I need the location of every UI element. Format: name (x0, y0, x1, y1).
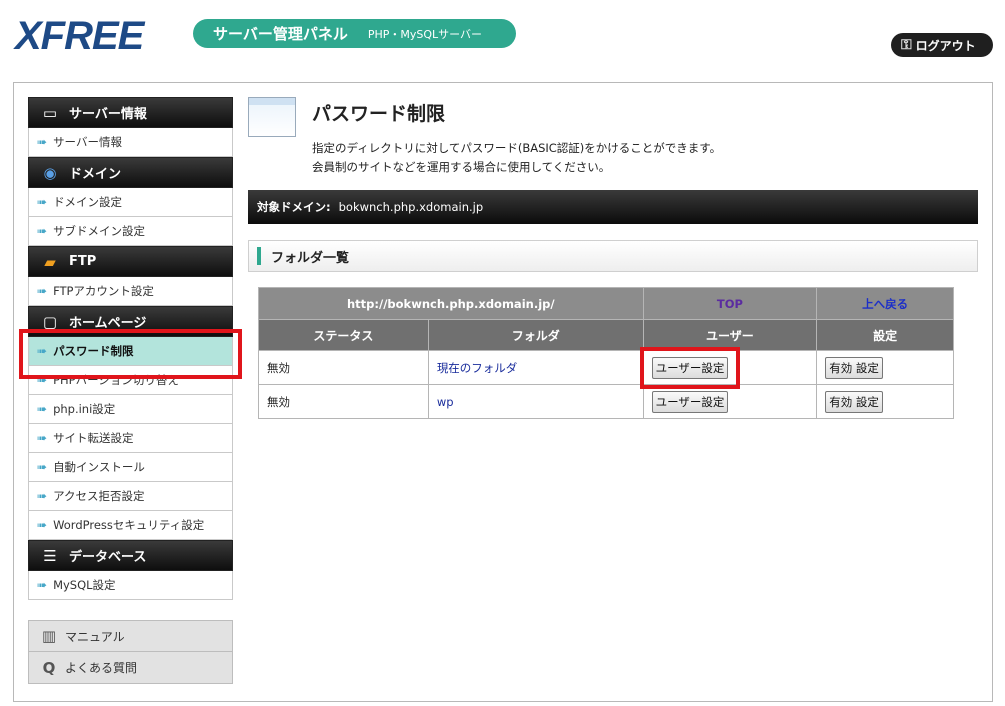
sidebar-help-links: ▥ マニュアル Q よくある質問 (28, 620, 233, 684)
panel-title-badge: サーバー管理パネル PHP・MySQLサーバー (193, 19, 516, 48)
target-domain-bar: 対象ドメイン: bokwnch.php.xdomain.jp (248, 190, 978, 224)
panel-title: サーバー管理パネル (213, 25, 348, 43)
status-cell: 無効 (258, 384, 429, 419)
logout-label: ログアウト (915, 38, 976, 53)
section-ftp: ▰ FTP (28, 246, 233, 277)
user-settings-button[interactable]: ユーザー設定 (651, 390, 729, 413)
status-cell: 無効 (258, 350, 429, 385)
sidebar-item-mysql[interactable]: ➠ MySQL設定 (28, 571, 233, 600)
top-link[interactable]: TOP (642, 287, 818, 320)
domain-label: 対象ドメイン: (257, 200, 331, 214)
sidebar-item-server-info[interactable]: ➠ サーバー情報 (28, 128, 233, 157)
folder-icon: ▰ (44, 252, 56, 271)
header-folder: フォルダ (427, 319, 644, 351)
arrow-right-icon: ➠ (37, 402, 48, 416)
heading-accent-bar (257, 247, 261, 265)
arrow-right-icon: ➠ (37, 195, 48, 209)
table-row: 無効 現在のフォルダ ユーザー設定 有効 設定 (258, 350, 954, 385)
sidebar-item-php-ini[interactable]: ➠ php.ini設定 (28, 395, 233, 424)
page-description: 指定のディレクトリに対してパスワード(BASIC認証)をかけることができます。 … (312, 139, 721, 177)
faq-label: よくある質問 (65, 661, 138, 675)
sidebar-item-label: 自動インストール (53, 460, 145, 474)
arrow-right-icon: ➠ (37, 518, 48, 532)
settings-cell: 有効 設定 (816, 384, 954, 419)
sidebar-item-label: サイト転送設定 (53, 431, 134, 445)
sidebar-item-access-deny[interactable]: ➠ アクセス拒否設定 (28, 482, 233, 511)
sidebar-item-subdomain-settings[interactable]: ➠ サブドメイン設定 (28, 217, 233, 246)
database-icon: ☰ (43, 546, 57, 565)
manual-link[interactable]: ▥ マニュアル (28, 620, 233, 652)
sidebar-item-label: ドメイン設定 (53, 195, 123, 209)
folder-link[interactable]: 現在のフォルダ (427, 350, 644, 385)
domain-value: bokwnch.php.xdomain.jp (338, 200, 484, 214)
folder-link[interactable]: wp (427, 384, 644, 419)
section-domain: ◉ ドメイン (28, 157, 233, 188)
question-icon: Q (42, 658, 56, 677)
section-title: サーバー情報 (69, 107, 147, 122)
folder-table: http://bokwnch.php.xdomain.jp/ TOP 上へ戻る … (258, 287, 954, 419)
sidebar-item-site-redirect[interactable]: ➠ サイト転送設定 (28, 424, 233, 453)
faq-link[interactable]: Q よくある質問 (28, 652, 233, 684)
sidebar-item-ftp-account[interactable]: ➠ FTPアカウント設定 (28, 277, 233, 306)
arrow-right-icon: ➠ (37, 460, 48, 474)
highlight-box-sidebar (19, 329, 242, 379)
arrow-right-icon: ➠ (37, 489, 48, 503)
highlight-box-user-settings (640, 347, 740, 389)
section-server-info: ▭ サーバー情報 (28, 97, 233, 128)
section-title: ドメイン (69, 167, 122, 182)
description-line: 会員制のサイトなどを運用する場合に使用してください。 (312, 160, 611, 174)
header-user: ユーザー (642, 319, 818, 351)
table-url-row: http://bokwnch.php.xdomain.jp/ TOP 上へ戻る (258, 287, 954, 320)
globe-icon: ◉ (43, 163, 57, 182)
sidebar-item-label: MySQL設定 (53, 578, 116, 592)
sidebar-item-wordpress-security[interactable]: ➠ WordPressセキュリティ設定 (28, 511, 233, 540)
current-url: http://bokwnch.php.xdomain.jp/ (258, 287, 644, 320)
folder-list-heading: フォルダ一覧 (248, 240, 978, 272)
section-database: ☰ データベース (28, 540, 233, 571)
sidebar-item-label: サブドメイン設定 (53, 224, 146, 238)
enable-settings-button[interactable]: 有効 設定 (825, 390, 883, 413)
table-row: 無効 wp ユーザー設定 有効 設定 (258, 384, 954, 419)
xfree-logo[interactable]: XFREE (15, 14, 144, 58)
sidebar-item-auto-install[interactable]: ➠ 自動インストール (28, 453, 233, 482)
arrow-right-icon: ➠ (37, 284, 48, 298)
folder-list-title: フォルダ一覧 (271, 250, 350, 266)
key-icon: ⚿ (901, 37, 912, 53)
settings-cell: 有効 設定 (816, 350, 954, 385)
section-title: FTP (69, 254, 97, 269)
sidebar-item-label: FTPアカウント設定 (53, 284, 154, 298)
book-icon: ▥ (41, 627, 57, 645)
sidebar-item-domain-settings[interactable]: ➠ ドメイン設定 (28, 188, 233, 217)
manual-label: マニュアル (65, 629, 125, 644)
user-cell: ユーザー設定 (642, 384, 818, 419)
window-page-icon (248, 97, 296, 137)
arrow-right-icon: ➠ (37, 224, 48, 238)
page-title: パスワード制限 (312, 103, 446, 125)
arrow-right-icon: ➠ (37, 431, 48, 445)
sidebar-item-label: WordPressセキュリティ設定 (53, 518, 205, 532)
enable-settings-button[interactable]: 有効 設定 (825, 356, 883, 379)
header-status: ステータス (258, 319, 429, 351)
section-title: データベース (69, 550, 147, 565)
header-settings: 設定 (816, 319, 954, 351)
server-icon: ▭ (42, 103, 58, 122)
up-link[interactable]: 上へ戻る (816, 287, 954, 320)
arrow-right-icon: ➠ (37, 135, 48, 149)
sidebar-item-label: アクセス拒否設定 (53, 489, 145, 503)
sidebar-item-label: php.ini設定 (53, 402, 116, 416)
table-header-row: ステータス フォルダ ユーザー 設定 (258, 319, 954, 351)
description-line: 指定のディレクトリに対してパスワード(BASIC認証)をかけることができます。 (312, 141, 722, 155)
panel-subtitle: PHP・MySQLサーバー (367, 27, 483, 41)
sidebar-item-label: サーバー情報 (53, 135, 122, 149)
arrow-right-icon: ➠ (37, 578, 48, 592)
logout-button[interactable]: ⚿ ログアウト (891, 33, 993, 57)
